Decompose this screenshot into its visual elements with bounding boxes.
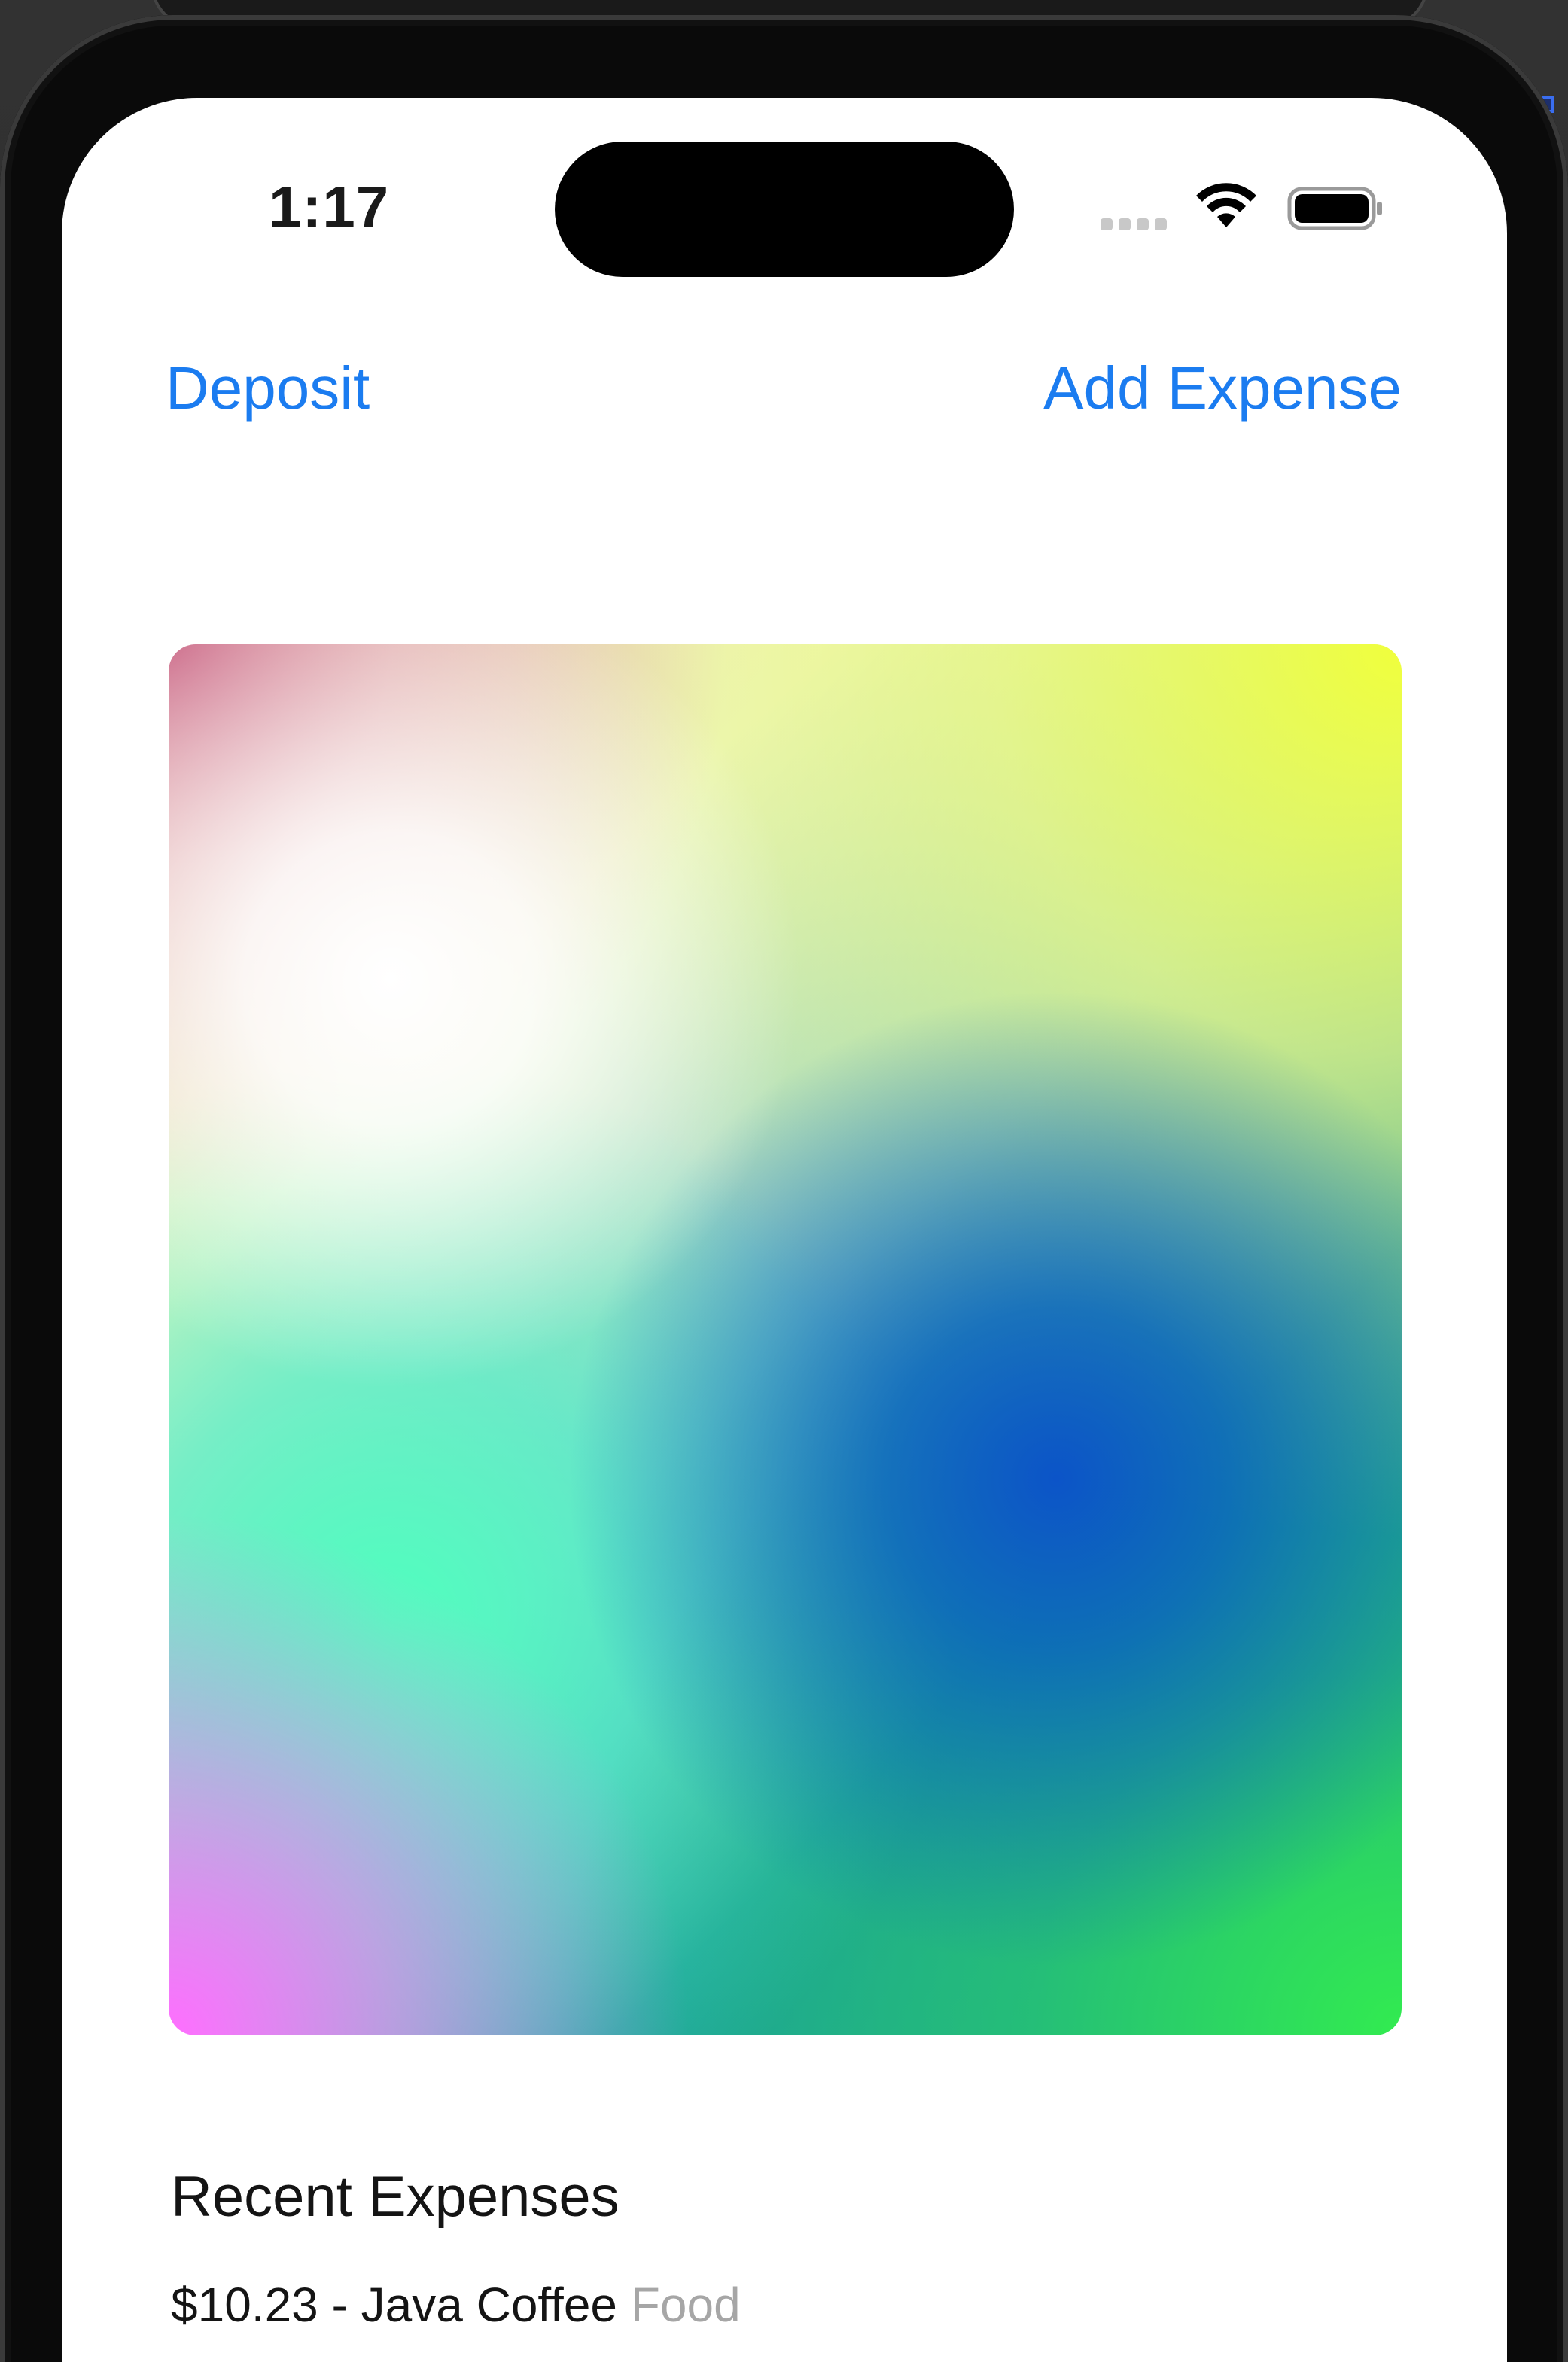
app-window: 1:17 Deposit Add Expense Recent Expenses… bbox=[0, 0, 1568, 2362]
phone-frame: 1:17 Deposit Add Expense Recent Expenses… bbox=[0, 15, 1568, 2362]
dynamic-island bbox=[555, 142, 1014, 277]
expense-category: Food bbox=[630, 2278, 741, 2332]
phone-screen: 1:17 Deposit Add Expense Recent Expenses… bbox=[62, 98, 1507, 2362]
balance-card[interactable] bbox=[169, 644, 1402, 2035]
add-expense-button[interactable]: Add Expense bbox=[1043, 354, 1402, 423]
expense-list-item[interactable]: $10.23 - Java Coffee Food bbox=[171, 2277, 741, 2333]
wifi-icon bbox=[1196, 183, 1256, 227]
cellular-signal-icon bbox=[1101, 218, 1167, 230]
status-time: 1:17 bbox=[269, 174, 390, 240]
expense-amount-and-name: $10.23 - Java Coffee bbox=[171, 2278, 617, 2332]
recent-expenses-heading: Recent Expenses bbox=[171, 2165, 620, 2229]
deposit-button[interactable]: Deposit bbox=[166, 354, 370, 423]
battery-icon bbox=[1287, 187, 1382, 230]
